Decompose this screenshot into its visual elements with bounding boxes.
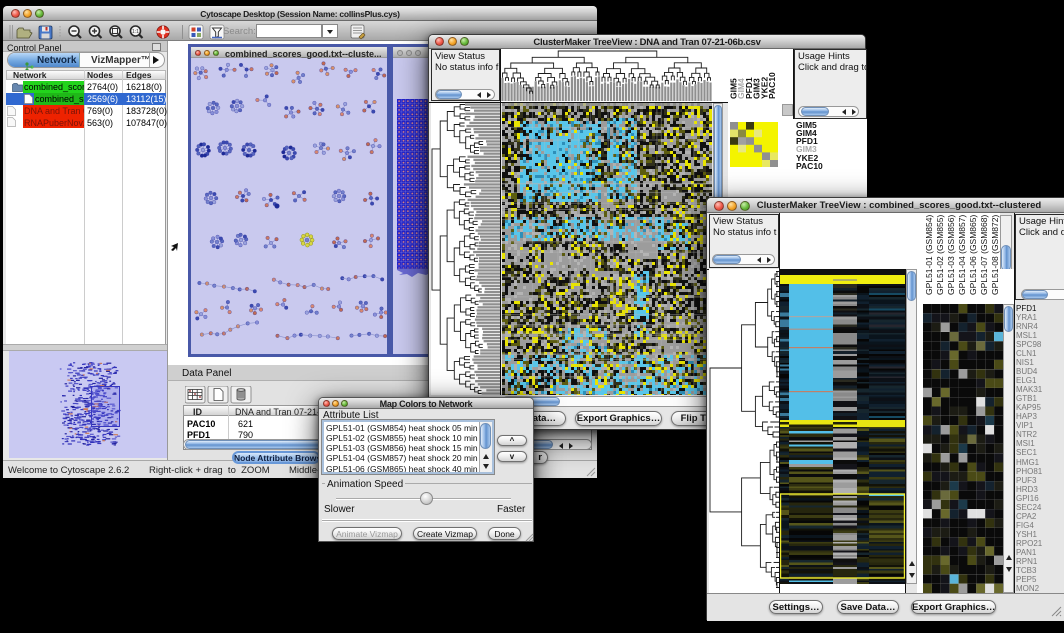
svg-text:GPL51-08 (GSM872): GPL51-08 (GSM872)	[990, 215, 1000, 295]
svg-text:GPL51-02 (GSM855): GPL51-02 (GSM855)	[935, 215, 945, 295]
svg-text:GPL51-07 (GSM868): GPL51-07 (GSM868)	[979, 215, 989, 295]
svg-text:GPL51-04 (GSM857): GPL51-04 (GSM857)	[957, 215, 967, 295]
svg-text:GPL51-01 (GSM854): GPL51-01 (GSM854)	[924, 215, 934, 295]
svg-text:GPL51-06 (GSM865): GPL51-06 (GSM865)	[968, 215, 978, 295]
svg-text:1:1: 1:1	[132, 29, 139, 35]
svg-text:PAC10: PAC10	[767, 72, 777, 99]
svg-text:GPL51-03 (GSM856): GPL51-03 (GSM856)	[946, 215, 956, 295]
